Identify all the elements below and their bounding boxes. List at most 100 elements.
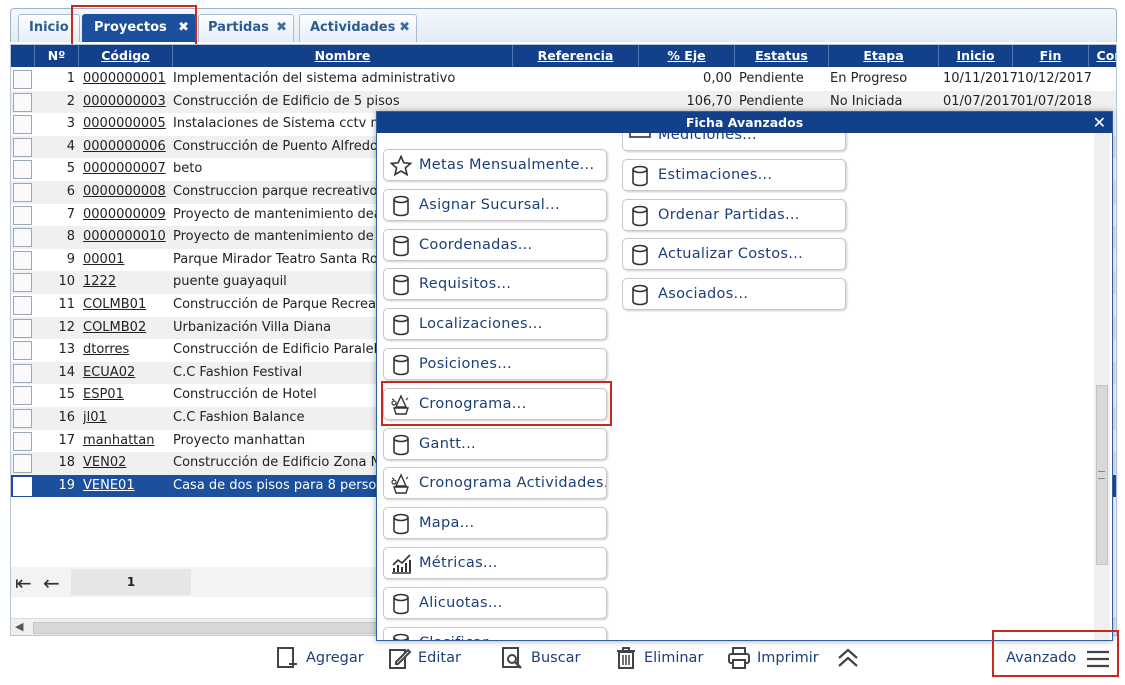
row-checkbox[interactable]: [13, 318, 32, 338]
cell-codigo[interactable]: 0000000003: [83, 91, 173, 113]
header-estatus[interactable]: Estatus: [735, 45, 829, 67]
header-codigo[interactable]: Código: [79, 45, 173, 67]
table-row[interactable]: 2 0000000003 Construcción de Edificio de 5…: [11, 90, 1116, 114]
row-checkbox[interactable]: [13, 386, 32, 406]
hamburger-menu-icon: [1087, 650, 1109, 668]
cell-codigo[interactable]: jl01: [83, 407, 173, 429]
cell-codigo[interactable]: COLMB02: [83, 317, 173, 339]
row-checkbox[interactable]: [13, 205, 32, 225]
row-checkbox[interactable]: [13, 363, 32, 383]
close-icon[interactable]: ✖: [276, 15, 287, 41]
page-number[interactable]: 1: [71, 569, 191, 595]
actualizar-costos-button[interactable]: Actualizar Costos...: [622, 238, 846, 271]
printer-icon: [728, 647, 750, 669]
cronograma-actividades-button[interactable]: Cronograma Actividades...: [383, 467, 607, 500]
cell-codigo[interactable]: COLMB01: [83, 294, 173, 316]
header-fin[interactable]: Fin: [1013, 45, 1089, 67]
cell-codigo[interactable]: 0000000008: [83, 181, 173, 203]
row-checkbox[interactable]: [13, 70, 32, 89]
cell-codigo[interactable]: 0000000009: [83, 204, 173, 226]
row-checkbox[interactable]: [13, 183, 32, 202]
row-checkbox[interactable]: [13, 160, 32, 180]
cell-codigo[interactable]: ESP01: [83, 384, 173, 406]
double-chevron-up-icon: [838, 648, 858, 667]
edit-icon: [389, 648, 412, 669]
header-nombre[interactable]: Nombre: [173, 45, 513, 67]
button-label: Asignar Sucursal...: [419, 196, 560, 213]
asociados-button[interactable]: Asociados...: [622, 278, 846, 311]
tab-partidas[interactable]: Partidas ✖: [198, 14, 294, 42]
wizard-icon: [390, 394, 412, 416]
scroll-grip: [1098, 471, 1105, 479]
header-referencia[interactable]: Referencia: [513, 45, 639, 67]
localizaciones-button[interactable]: Localizaciones...: [383, 308, 607, 341]
row-checkbox[interactable]: [13, 273, 32, 293]
coordenadas-button[interactable]: Coordenadas...: [383, 228, 607, 261]
cell-codigo[interactable]: 0000000001: [83, 68, 173, 90]
row-checkbox[interactable]: [13, 341, 32, 361]
dialog-title: Ficha Avanzados: [377, 112, 1112, 133]
row-checkbox[interactable]: [13, 137, 32, 157]
first-page-icon[interactable]: ⇤: [15, 571, 32, 595]
cell-codigo[interactable]: 0000000010: [83, 226, 173, 248]
asignar-sucursal-button[interactable]: Asignar Sucursal...: [383, 188, 607, 221]
header-etapa[interactable]: Etapa: [829, 45, 939, 67]
cell-codigo[interactable]: VEN02: [83, 452, 173, 474]
requisitos-button[interactable]: Requisitos...: [383, 268, 607, 301]
button-label: Buscar: [531, 650, 581, 666]
header-no[interactable]: Nº: [35, 45, 79, 67]
cell-n: 1: [66, 71, 75, 86]
cell-codigo[interactable]: 0000000006: [83, 136, 173, 158]
tab-bar: Inicio Proyectos ✖ Partidas ✖ Actividade…: [10, 8, 1117, 42]
cell-codigo[interactable]: 0000000007: [83, 158, 173, 180]
mapa-button[interactable]: Mapa...: [383, 507, 607, 540]
gantt-button[interactable]: Gantt...: [383, 427, 607, 460]
cell-etapa: No Iniciada: [830, 93, 903, 109]
posiciones-button[interactable]: Posiciones...: [383, 348, 607, 380]
cell-codigo[interactable]: 1222: [83, 271, 173, 293]
cronograma-button[interactable]: Cronograma...: [383, 387, 607, 420]
row-checkbox[interactable]: [13, 409, 32, 428]
database-icon: [390, 235, 412, 257]
row-checkbox[interactable]: [13, 454, 32, 474]
table-row[interactable]: 1 0000000001 Implementación del sistema ad…: [11, 68, 1116, 91]
close-icon[interactable]: ✖: [178, 15, 189, 41]
estimaciones-button[interactable]: Estimaciones...: [622, 158, 846, 191]
row-checkbox[interactable]: [13, 476, 32, 496]
cell-codigo[interactable]: 0000000005: [83, 113, 173, 135]
tab-inicio[interactable]: Inicio: [18, 14, 80, 42]
cell-codigo[interactable]: ECUA02: [83, 362, 173, 384]
header-eje[interactable]: % Eje: [639, 45, 735, 67]
cell-n: 17: [58, 432, 75, 448]
metas-mensualmente-button[interactable]: Metas Mensualmente...: [383, 149, 607, 181]
wizard-icon: [390, 473, 412, 495]
cell-codigo[interactable]: 00001: [83, 249, 173, 271]
button-label: Posiciones...: [419, 356, 512, 372]
scroll-left-icon[interactable]: ◀: [15, 620, 23, 633]
cell-n: 3: [66, 116, 75, 132]
cell-codigo[interactable]: dtorres: [83, 339, 173, 361]
mediciones-button[interactable]: Mediciones...: [622, 133, 846, 151]
métricas-button[interactable]: Métricas...: [383, 547, 607, 579]
close-icon[interactable]: ✖: [399, 15, 410, 41]
row-checkbox[interactable]: [13, 115, 32, 135]
header-inicio[interactable]: Inicio: [939, 45, 1013, 67]
row-checkbox[interactable]: [13, 92, 32, 112]
ordenar-partidas-button[interactable]: Ordenar Partidas...: [622, 198, 846, 231]
vertical-scrollbar[interactable]: [1094, 133, 1110, 640]
row-checkbox[interactable]: [13, 228, 32, 248]
prev-page-icon[interactable]: ←: [43, 571, 60, 595]
tab-proyectos[interactable]: Proyectos ✖: [82, 14, 196, 42]
cell-codigo[interactable]: VENE01: [83, 475, 173, 497]
header-con[interactable]: Cor: [1089, 45, 1116, 67]
row-checkbox[interactable]: [13, 250, 32, 270]
avanzado-button[interactable]: Avanzado: [1006, 644, 1116, 672]
cell-codigo[interactable]: manhattan: [83, 430, 173, 452]
alicuotas-button[interactable]: Alicuotas...: [383, 586, 607, 619]
row-checkbox[interactable]: [13, 296, 32, 315]
close-icon[interactable]: ✕: [1093, 112, 1106, 133]
row-checkbox[interactable]: [13, 431, 32, 451]
search-icon: [502, 647, 522, 669]
button-label: Ordenar Partidas...: [658, 206, 800, 223]
tab-actividades[interactable]: Actividades ✖: [299, 14, 417, 42]
